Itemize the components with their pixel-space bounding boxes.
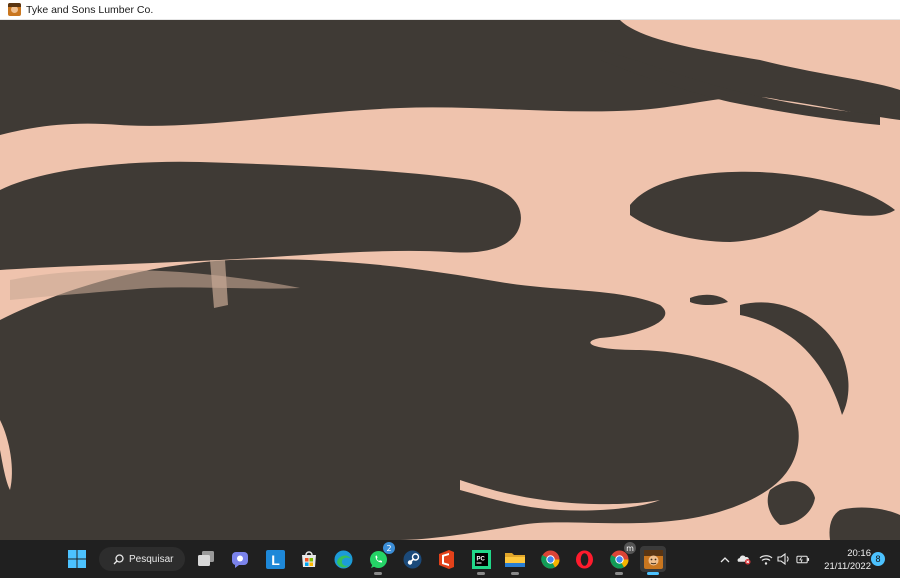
taskbar-l-app[interactable]: L xyxy=(262,546,288,572)
taskbar-clock[interactable]: 20:16 21/11/2022 xyxy=(815,547,871,573)
taskbar-microsoft-store[interactable] xyxy=(296,546,322,572)
running-indicator xyxy=(511,572,519,575)
taskbar-edge[interactable] xyxy=(330,546,356,572)
l-app-icon: L xyxy=(265,549,285,569)
windows-logo-icon xyxy=(68,550,86,568)
store-icon xyxy=(302,551,316,567)
taskbar-opera[interactable] xyxy=(571,546,597,572)
start-button[interactable] xyxy=(64,546,90,572)
taskbar-chrome-profile[interactable]: m xyxy=(606,542,636,575)
app-icon xyxy=(8,3,21,16)
taskbar-whatsapp[interactable]: 2 xyxy=(365,542,395,575)
taskbar-file-explorer[interactable] xyxy=(502,546,528,575)
tray-onedrive[interactable] xyxy=(737,552,751,566)
whatsapp-badge: 2 xyxy=(383,542,395,554)
active-indicator xyxy=(647,572,659,575)
office-icon xyxy=(438,549,454,569)
clock-time: 20:16 xyxy=(847,548,871,559)
game-face-artwork xyxy=(0,20,900,540)
edge-icon xyxy=(334,550,352,568)
clock-date: 21/11/2022 xyxy=(824,561,871,572)
battery-charging-icon xyxy=(796,555,810,563)
taskbar-search[interactable]: Pesquisar xyxy=(99,547,185,571)
taskbar-steam[interactable] xyxy=(399,546,425,572)
search-icon xyxy=(113,553,124,564)
game-canvas[interactable] xyxy=(0,20,900,540)
task-view-icon xyxy=(198,551,214,566)
opera-icon xyxy=(575,550,593,568)
running-indicator xyxy=(374,572,382,575)
tray-battery[interactable] xyxy=(796,552,810,566)
window-titlebar[interactable]: Tyke and Sons Lumber Co. xyxy=(0,0,900,20)
svg-text:PC: PC xyxy=(476,556,485,562)
window-title: Tyke and Sons Lumber Co. xyxy=(26,3,154,16)
pycharm-icon: PC xyxy=(471,549,491,569)
steam-icon xyxy=(403,550,421,568)
svg-text:L: L xyxy=(271,552,280,568)
teams-chat-icon xyxy=(232,552,248,568)
taskbar-task-view[interactable] xyxy=(193,546,219,572)
tray-volume[interactable] xyxy=(777,552,791,566)
taskbar: Pesquisar L 2 PC m 20:16 21/11/2022 8 xyxy=(0,540,900,578)
running-indicator xyxy=(477,572,485,575)
tray-overflow-chevron[interactable] xyxy=(718,552,732,566)
running-indicator xyxy=(615,572,623,575)
taskbar-teams-chat[interactable] xyxy=(227,546,253,572)
taskbar-tyke-and-sons[interactable] xyxy=(640,546,666,575)
search-label: Pesquisar xyxy=(129,553,174,565)
onedrive-error-icon xyxy=(737,555,751,565)
wifi-icon xyxy=(759,554,773,565)
tray-wifi[interactable] xyxy=(759,552,773,566)
taskbar-office[interactable] xyxy=(433,546,459,572)
game-app-icon xyxy=(643,549,663,569)
taskbar-chrome[interactable] xyxy=(537,546,563,572)
taskbar-pycharm[interactable]: PC xyxy=(468,546,494,575)
chrome-icon xyxy=(540,550,559,569)
folder-icon xyxy=(505,552,525,567)
volume-icon xyxy=(777,553,789,565)
profile-badge: m xyxy=(624,542,636,554)
chevron-up-icon xyxy=(720,556,730,562)
notification-count[interactable]: 8 xyxy=(871,552,885,566)
